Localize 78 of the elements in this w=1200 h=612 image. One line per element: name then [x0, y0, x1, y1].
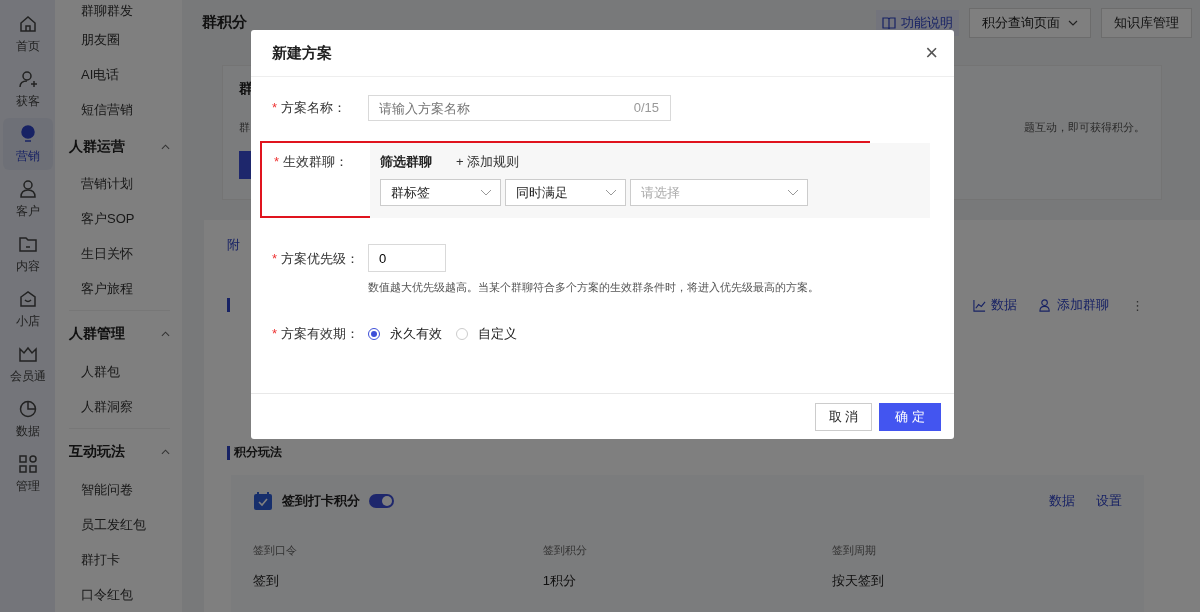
field-label: * 方案名称： — [272, 99, 347, 117]
sidebar-item[interactable]: 客户旅程 — [69, 271, 170, 306]
field-value: 按天签到 — [832, 572, 886, 590]
rail-item[interactable]: 获客 — [2, 63, 53, 115]
cancel-button[interactable]: 取 消 — [814, 402, 873, 431]
user-icon — [1039, 298, 1052, 312]
sidebar-item[interactable]: 群聊群发 — [69, 0, 170, 22]
user-plus-icon — [17, 68, 38, 89]
character-counter: 0/15 — [633, 100, 659, 115]
shop-icon — [17, 288, 38, 309]
priority-field[interactable]: 0 — [368, 244, 446, 272]
card-description: 题互动，即可获得积分。 — [1024, 120, 1145, 135]
home-icon — [17, 13, 38, 34]
field-label: * 生效群聊： — [274, 153, 349, 171]
radio-option[interactable]: 永久有效 — [368, 325, 442, 343]
play-link[interactable]: 数据 — [1049, 492, 1075, 510]
field-label: 签到周期 — [832, 543, 878, 558]
rail-item[interactable]: 管理 — [2, 448, 53, 500]
radio-option[interactable]: 自定义 — [456, 325, 517, 343]
sidebar-item[interactable]: AI电话 — [69, 57, 170, 92]
rail-item[interactable]: 数据 — [2, 393, 53, 445]
sidebar-item[interactable]: 营销计划 — [69, 166, 170, 201]
sidebar-item[interactable]: 人群包 — [69, 354, 170, 389]
sidebar-item[interactable]: 智能问卷 — [69, 472, 170, 507]
confirm-button[interactable]: 确 定 — [879, 402, 941, 431]
line-chart-icon — [973, 298, 986, 312]
user-icon — [17, 178, 38, 199]
field-label: * 方案有效期： — [272, 325, 360, 343]
rail-item[interactable]: 会员通 — [2, 338, 53, 390]
field-label: * 方案优先级： — [272, 250, 360, 268]
sidebar-item[interactable]: 口令红包 — [69, 577, 170, 612]
play-name: 签到打卡积分 — [282, 492, 360, 510]
field-value: 签到 — [253, 572, 280, 590]
query-page-dropdown[interactable]: 积分查询页面 — [969, 7, 1091, 38]
more-button[interactable]: ⋮ — [1131, 297, 1144, 313]
sidebar-item[interactable]: 员工发红包 — [69, 507, 170, 542]
sidebar-item[interactable]: 朋友圈 — [69, 22, 170, 57]
field-value: 1积分 — [542, 572, 577, 590]
close-button[interactable]: × — [925, 42, 938, 64]
chevron-down-icon — [480, 189, 492, 196]
play-link[interactable]: 设置 — [1096, 492, 1122, 510]
field-label: 签到口令 — [253, 543, 298, 558]
book-icon — [882, 16, 896, 29]
rail-item[interactable]: 内容 — [2, 228, 53, 280]
dialog-title: 新建方案 — [272, 43, 332, 63]
select-field[interactable]: 群标签 — [380, 179, 501, 206]
rail-item[interactable]: 首页 — [2, 8, 53, 60]
calendar-icon — [253, 491, 273, 511]
toggle-switch[interactable] — [369, 494, 394, 508]
add-group-link[interactable]: 添加群聊 — [1039, 296, 1109, 314]
sidebar-group-header[interactable]: 人群管理 — [69, 315, 170, 354]
rail-item[interactable]: 客户 — [2, 173, 53, 225]
grid-icon — [17, 453, 38, 474]
page-title: 群积分 — [202, 13, 247, 32]
hint-text: 数值越大优先级越高。当某个群聊符合多个方案的生效群条件时，将进入优先级最高的方案。 — [368, 280, 819, 295]
sidebar-item[interactable]: 人群洞察 — [69, 389, 170, 424]
select-field[interactable]: 同时满足 — [505, 179, 626, 206]
sidebar-item[interactable]: 短信营销 — [69, 92, 170, 127]
sidebar-group-header[interactable]: 互动玩法 — [69, 432, 170, 472]
rail-item[interactable]: 营销 — [2, 118, 53, 170]
sidebar-group-header[interactable]: 人群运营 — [69, 127, 170, 166]
filter-title: 筛选群聊 — [380, 153, 432, 171]
card-description: 群 — [239, 120, 250, 135]
sidebar-item[interactable]: 客户SOP — [69, 201, 170, 236]
sidebar-item[interactable]: 群打卡 — [69, 542, 170, 577]
data-link[interactable]: 数据 — [973, 296, 1017, 314]
knowledge-base-button[interactable]: 知识库管理 — [1101, 7, 1192, 38]
chevron-down-icon — [787, 189, 799, 196]
chevron-down-icon — [1068, 19, 1078, 26]
add-rule-link[interactable]: + 添加规则 — [456, 153, 520, 171]
section-title: 积分玩法 — [234, 444, 282, 461]
card-title: 群 — [239, 80, 254, 98]
chevron-down-icon — [605, 189, 617, 196]
sidebar-item[interactable]: 生日关怀 — [69, 236, 170, 271]
select-field[interactable]: 请选择 — [630, 179, 808, 206]
rail-item[interactable]: 小店 — [2, 283, 53, 335]
pie-chart-icon — [17, 398, 38, 419]
field-label: 签到积分 — [542, 543, 588, 558]
